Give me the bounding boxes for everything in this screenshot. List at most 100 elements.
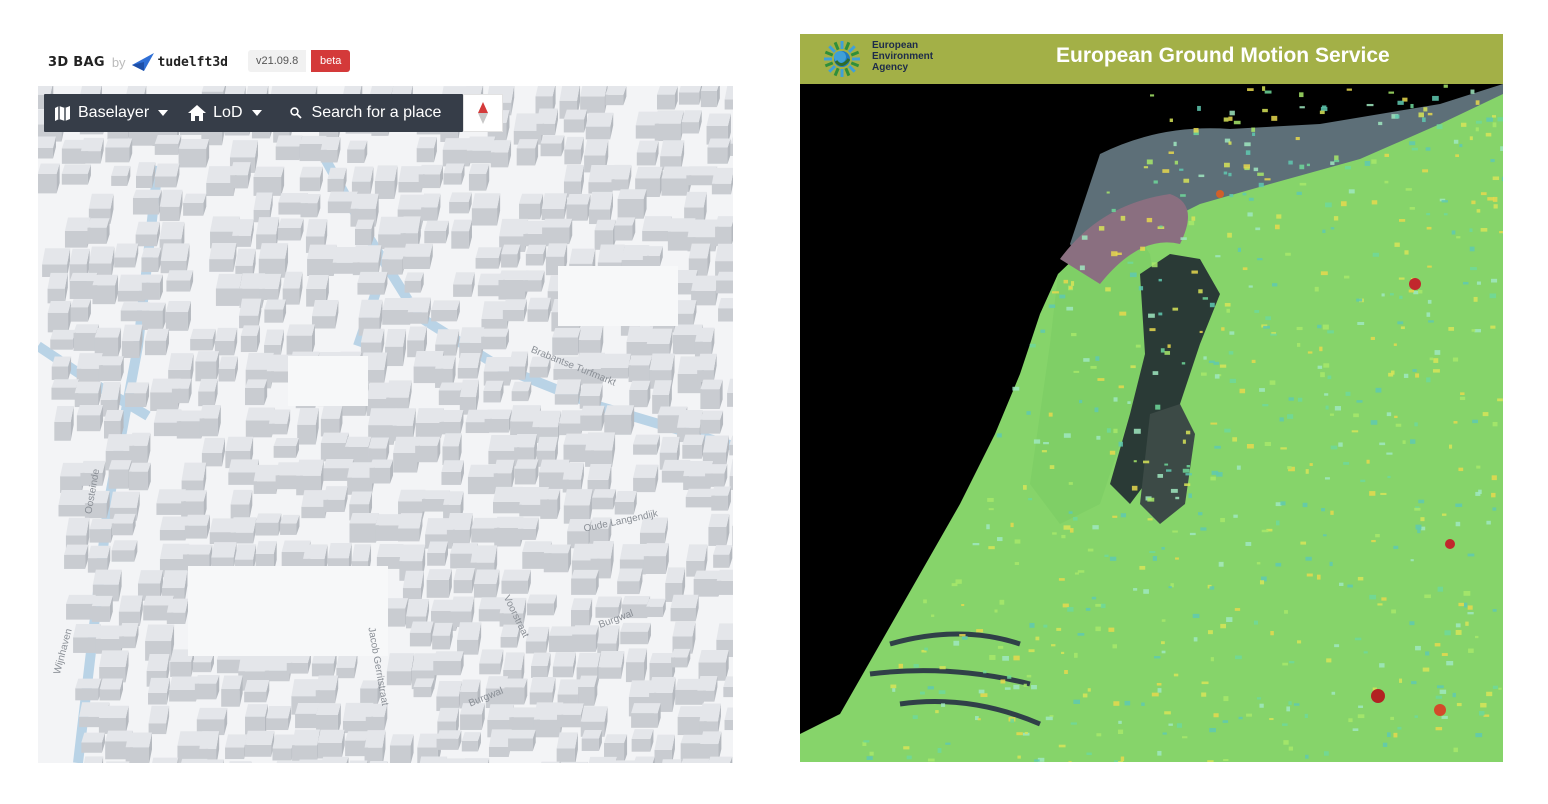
motion-point <box>1275 562 1282 567</box>
motion-point <box>1091 596 1097 600</box>
building <box>671 648 691 668</box>
ground-motion-map[interactable] <box>800 84 1503 762</box>
chevron-down-icon <box>158 110 169 116</box>
building <box>196 707 228 736</box>
motion-point <box>988 508 994 511</box>
building <box>443 163 465 185</box>
building <box>707 138 731 164</box>
motion-point <box>1467 553 1475 557</box>
building <box>516 139 539 166</box>
building <box>199 731 220 763</box>
motion-point <box>1413 290 1419 295</box>
motion-point <box>1254 310 1260 313</box>
compass-button[interactable] <box>463 94 503 132</box>
motion-point <box>1191 216 1196 221</box>
motion-point <box>1200 372 1207 376</box>
motion-point <box>1486 117 1493 122</box>
tudelft3d-logo[interactable]: tudelft3d <box>131 53 228 71</box>
app-title[interactable]: 3D BAG <box>48 55 105 70</box>
motion-point <box>1035 636 1040 641</box>
motion-point <box>1109 450 1116 455</box>
building <box>114 243 139 268</box>
motion-point <box>1394 242 1400 247</box>
motion-point <box>1381 293 1385 297</box>
motion-point <box>1354 637 1362 641</box>
motion-point <box>1283 740 1289 745</box>
motion-point <box>1418 499 1425 504</box>
motion-point <box>1118 720 1122 724</box>
motion-point <box>1353 413 1359 418</box>
motion-point <box>1433 358 1439 363</box>
motion-point <box>1214 374 1220 379</box>
motion-point <box>1229 110 1235 116</box>
motion-point <box>1357 321 1365 325</box>
motion-point <box>1491 492 1496 498</box>
building <box>141 302 166 330</box>
building <box>385 328 407 367</box>
building <box>483 380 504 403</box>
building <box>74 381 102 408</box>
motion-point <box>939 666 946 670</box>
motion-point <box>1041 450 1047 453</box>
motion-point <box>1014 539 1021 544</box>
motion-point <box>1200 527 1207 531</box>
motion-point <box>1189 532 1196 536</box>
motion-point <box>1139 565 1146 570</box>
building <box>386 380 412 410</box>
eea-sun-logo[interactable] <box>822 39 862 79</box>
motion-point <box>999 599 1005 605</box>
motion-point <box>988 546 995 550</box>
motion-point <box>1490 278 1498 283</box>
motion-point <box>1498 687 1502 690</box>
building <box>194 675 220 700</box>
motion-point <box>1068 286 1073 290</box>
building <box>253 166 285 196</box>
motion-point <box>980 693 988 698</box>
motion-point <box>1007 675 1012 679</box>
motion-point <box>1410 439 1416 444</box>
motion-point <box>1464 602 1468 608</box>
motion-point <box>1226 308 1230 313</box>
motion-point <box>1321 508 1325 512</box>
building <box>713 545 733 568</box>
building <box>354 219 375 246</box>
building <box>320 136 341 163</box>
place-search-field[interactable]: Search for a place <box>272 94 452 132</box>
building <box>628 355 653 383</box>
motion-point <box>1441 715 1448 719</box>
building <box>47 272 68 304</box>
motion-point <box>1302 502 1308 508</box>
building <box>700 410 724 434</box>
open-square <box>188 566 388 656</box>
motion-point <box>1280 447 1287 450</box>
motion-point <box>1251 127 1256 132</box>
building <box>144 328 169 356</box>
motion-point <box>1228 351 1234 355</box>
building <box>459 379 479 415</box>
building <box>453 567 476 594</box>
3d-building-map[interactable]: Oude Langendijk Burgwal Burgwal Jacob Ge… <box>38 86 733 763</box>
motion-point <box>1218 561 1224 567</box>
lod-button[interactable]: LoD <box>178 94 271 132</box>
building <box>552 327 581 356</box>
building <box>730 136 733 156</box>
motion-point <box>1170 488 1178 493</box>
building <box>135 221 160 247</box>
compass-icon <box>478 102 488 124</box>
building <box>42 248 71 277</box>
building <box>685 488 715 508</box>
motion-point <box>1356 400 1363 403</box>
motion-point <box>1265 316 1271 321</box>
motion-point <box>1222 720 1229 723</box>
building <box>620 622 651 645</box>
motion-point <box>1209 586 1215 590</box>
building <box>129 432 151 464</box>
motion-point <box>1239 388 1246 394</box>
building <box>148 677 170 705</box>
baselayer-button[interactable]: Baselayer <box>44 94 178 132</box>
motion-point <box>1146 217 1153 223</box>
motion-point <box>1425 147 1431 151</box>
building <box>563 489 593 524</box>
sun-ray <box>848 45 856 53</box>
building <box>415 436 441 463</box>
